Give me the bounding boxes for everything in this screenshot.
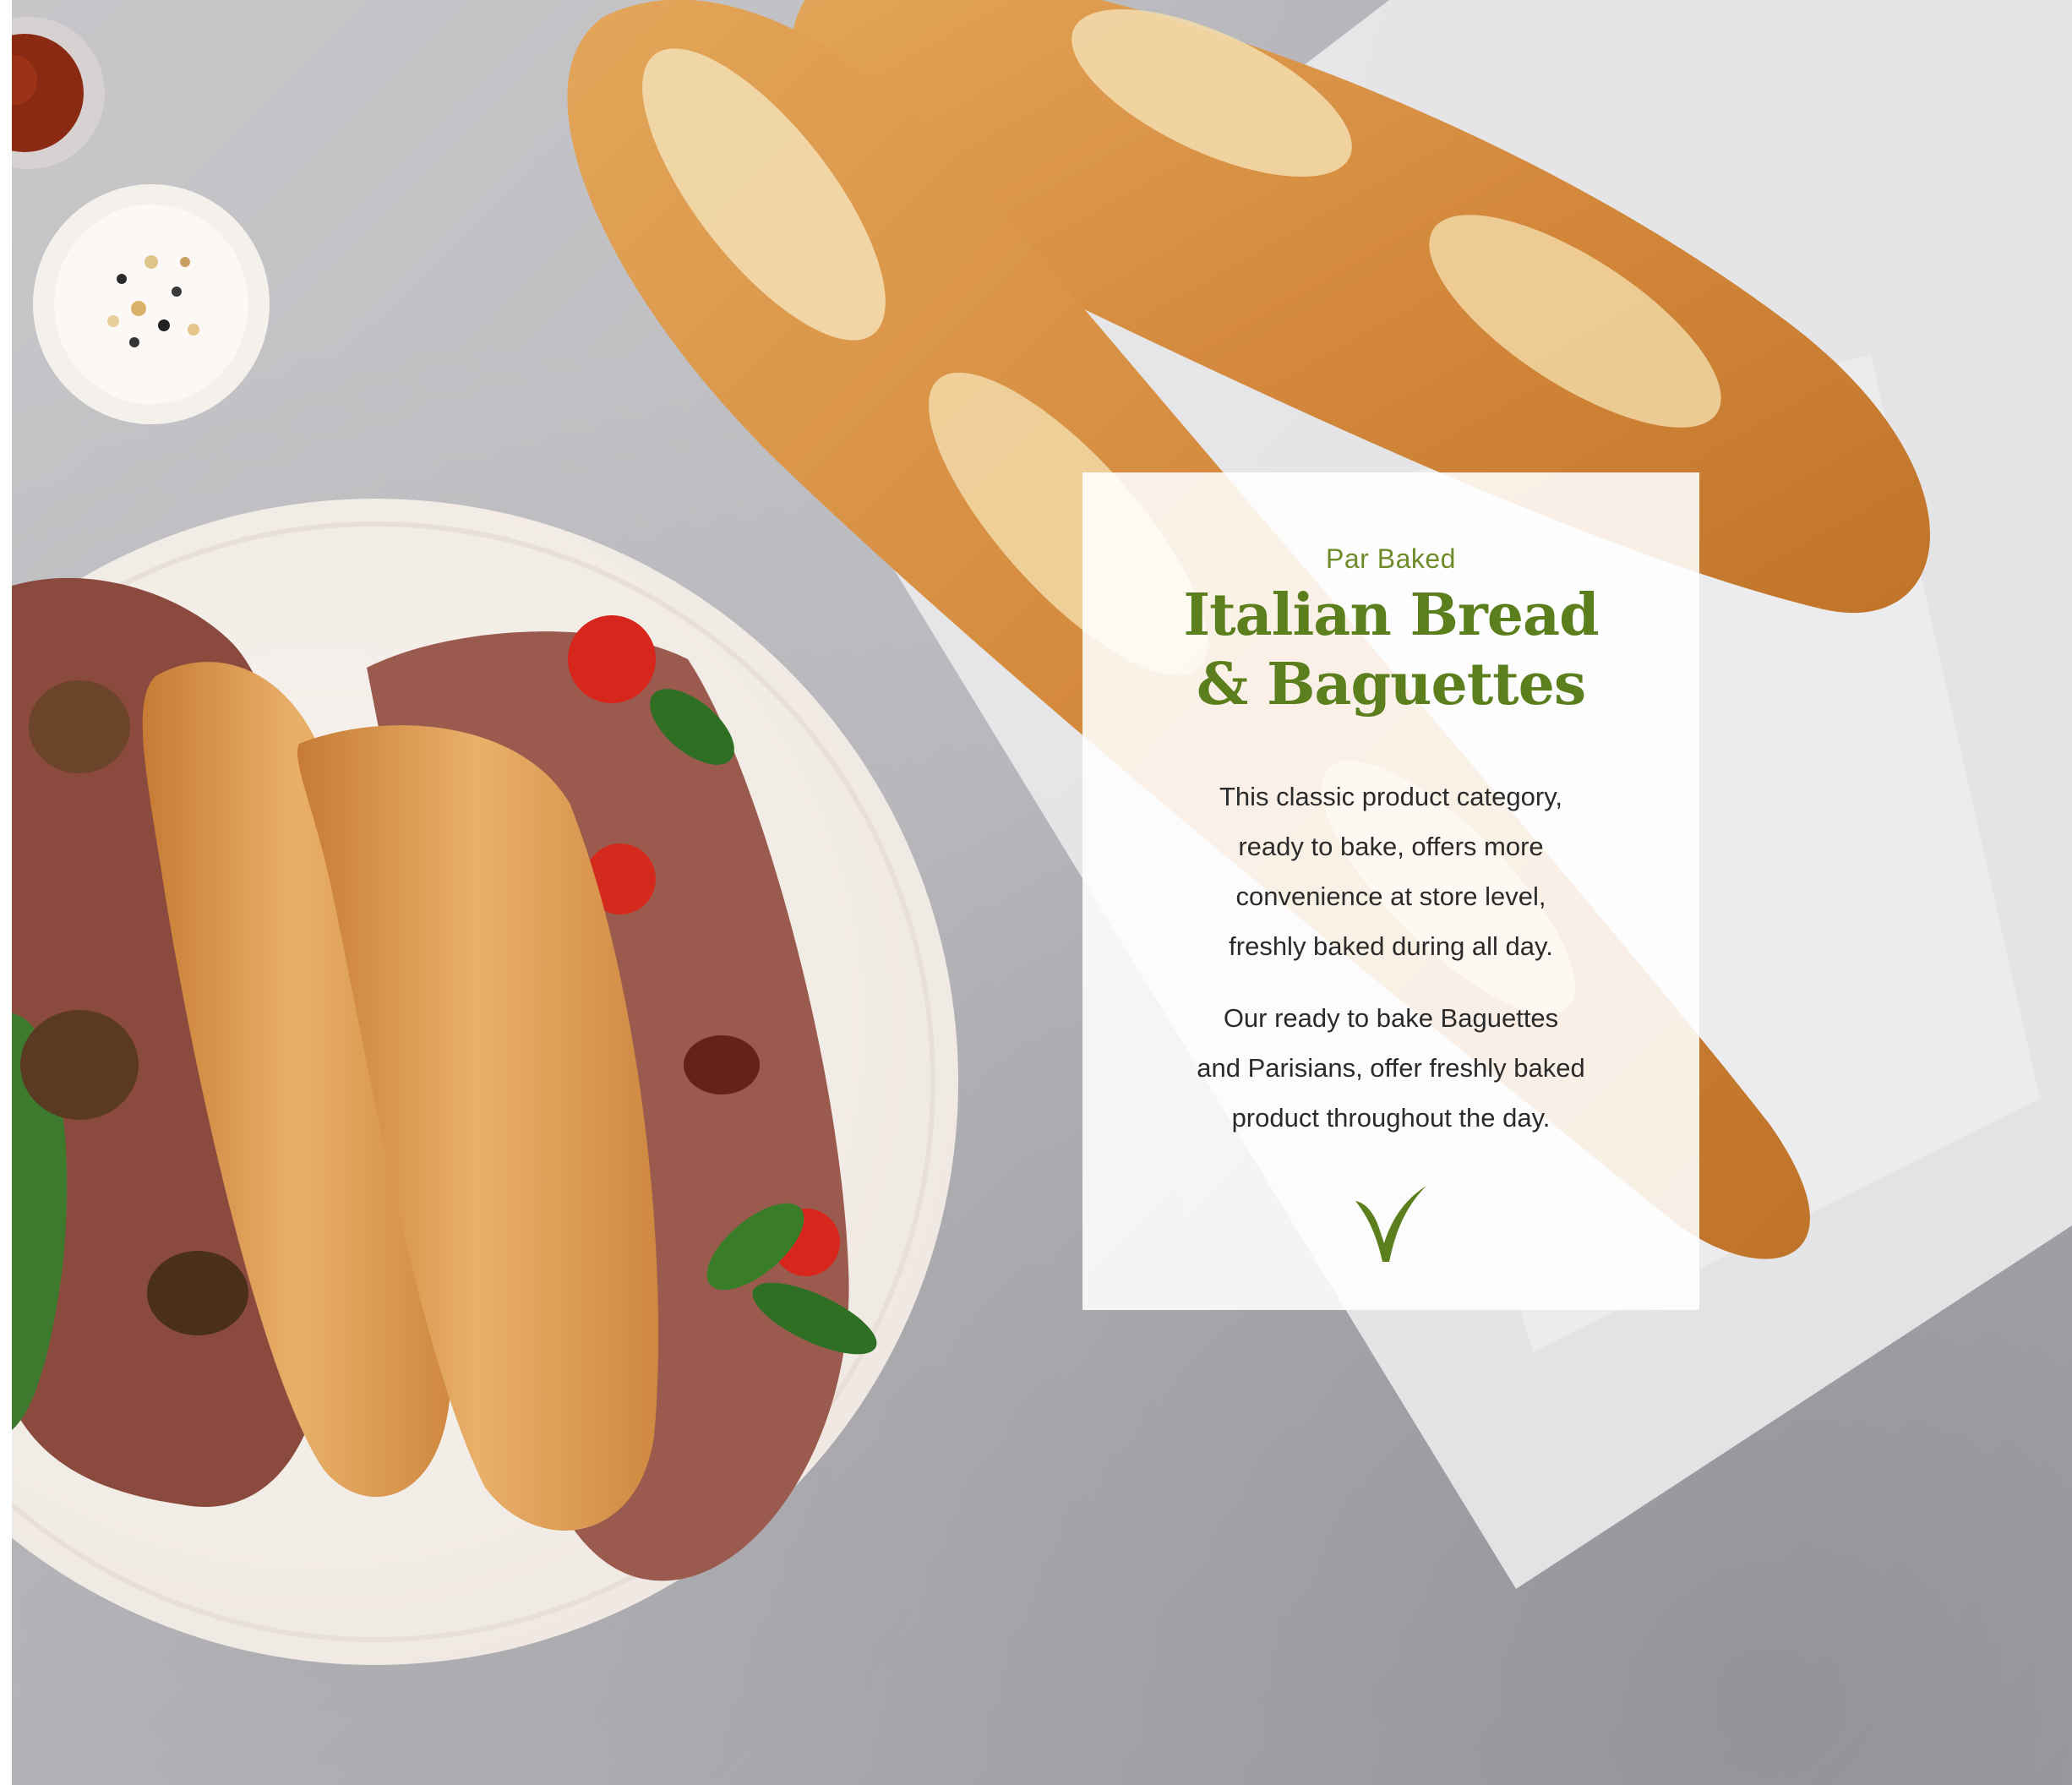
description-paragraph-2: Our ready to bake Baguettes and Parisian… [1133, 993, 1649, 1143]
description-paragraph-1: This classic product category, ready to … [1133, 772, 1649, 971]
paragraph-line: product throughout the day. [1231, 1103, 1551, 1133]
title-line-1: Italian Bread [1183, 581, 1599, 649]
info-panel: Par Baked Italian Bread & Baguettes This… [1082, 472, 1699, 1310]
eyebrow-label: Par Baked [1326, 543, 1456, 574]
paragraph-line: This classic product category, [1219, 782, 1563, 811]
paragraph-line: ready to bake, offers more [1238, 832, 1544, 861]
paragraph-line: and Parisians, offer freshly baked [1197, 1053, 1585, 1083]
paragraph-line: freshly baked during all day. [1229, 931, 1553, 961]
sauce-bowl [12, 17, 105, 169]
paragraph-line: convenience at store level, [1235, 882, 1546, 911]
seasoning-dish [33, 184, 270, 424]
checkmark-leaf-icon [1355, 1186, 1426, 1262]
paragraph-line: Our ready to bake Baguettes [1223, 1003, 1559, 1033]
title-line-2: & Baguettes [1196, 651, 1586, 718]
food-photo-background [12, 0, 2072, 1785]
page-title: Italian Bread & Baguettes [1082, 581, 1699, 719]
